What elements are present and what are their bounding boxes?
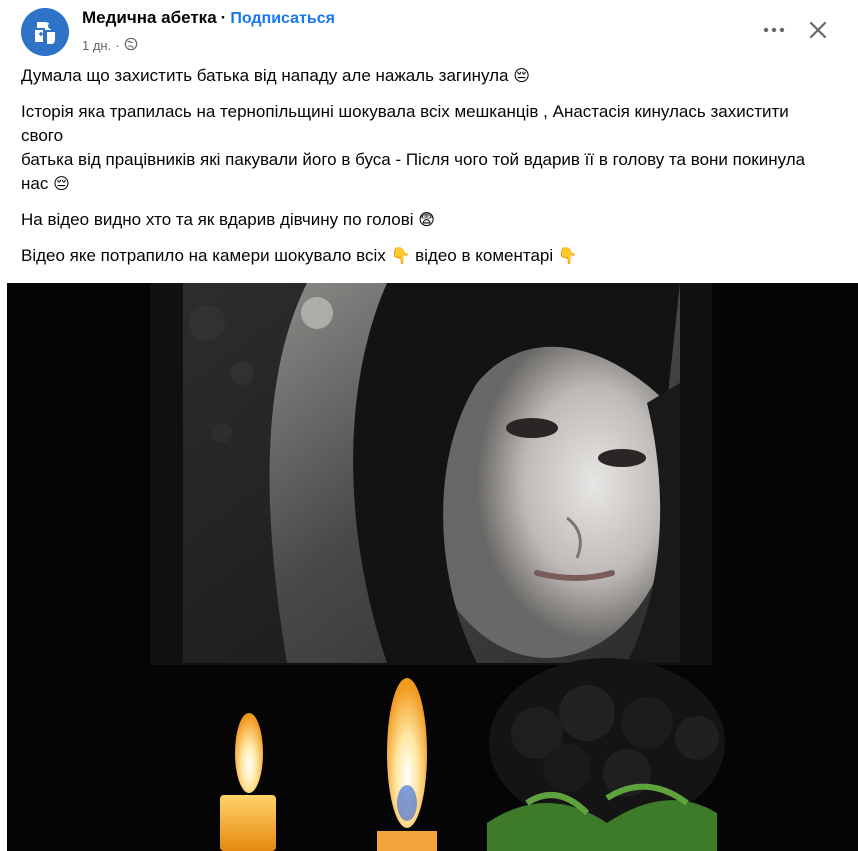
medical-logo-icon (21, 8, 69, 56)
post-header: Медична абетка · Подписаться 1 дн. · (21, 6, 848, 58)
paragraph-text: Відео яке потрапило на камери шокувало в… (21, 246, 386, 265)
pensive-face-emoji: 😔 (513, 66, 530, 85)
page-avatar[interactable] (21, 8, 69, 56)
paragraph-text: відео в коментарі (415, 246, 554, 265)
paragraph-text: Думала що захистить батька від нападу ал… (21, 66, 509, 85)
page-name-link[interactable]: Медична абетка (82, 8, 217, 27)
pointing-down-emoji: 👇 (390, 246, 411, 265)
black-roses-bouquet (487, 658, 725, 851)
pensive-face-emoji: 😔 (53, 174, 70, 193)
post-text: Думала що захистить батька від нападу ал… (21, 64, 821, 280)
separator-dot: · (220, 8, 227, 27)
paragraph-text: На відео видно хто та як вдарив дівчину … (21, 210, 414, 229)
portrait-photo (183, 283, 680, 663)
post-image[interactable] (7, 283, 858, 851)
post-time[interactable]: 1 дн. (82, 38, 111, 53)
post-card: Медична абетка · Подписаться 1 дн. · Дум… (7, 0, 858, 851)
post-paragraph: Думала що захистить батька від нападу ал… (21, 64, 821, 88)
more-options-button[interactable] (758, 14, 790, 46)
close-button[interactable] (802, 14, 834, 46)
globe-icon[interactable] (124, 37, 138, 54)
post-meta: 1 дн. · (82, 37, 138, 54)
post-paragraph: Відео яке потрапило на камери шокувало в… (21, 244, 821, 268)
paragraph-text: Історія яка трапилась на тернопільщині ш… (21, 102, 789, 145)
post-paragraph: Історія яка трапилась на тернопільщині ш… (21, 100, 821, 196)
subscribe-button[interactable]: Подписаться (230, 10, 335, 27)
close-icon (809, 21, 827, 39)
post-paragraph: На відео видно хто та як вдарив дівчину … (21, 208, 821, 232)
meta-separator: · (115, 38, 120, 53)
fearful-face-emoji: 😨 (418, 210, 435, 229)
page-name-row: Медична абетка · Подписаться (82, 8, 335, 28)
more-dots-icon (763, 27, 785, 33)
pointing-down-emoji: 👇 (557, 246, 578, 265)
paragraph-text: батька від працівників які пакували його… (21, 150, 806, 193)
